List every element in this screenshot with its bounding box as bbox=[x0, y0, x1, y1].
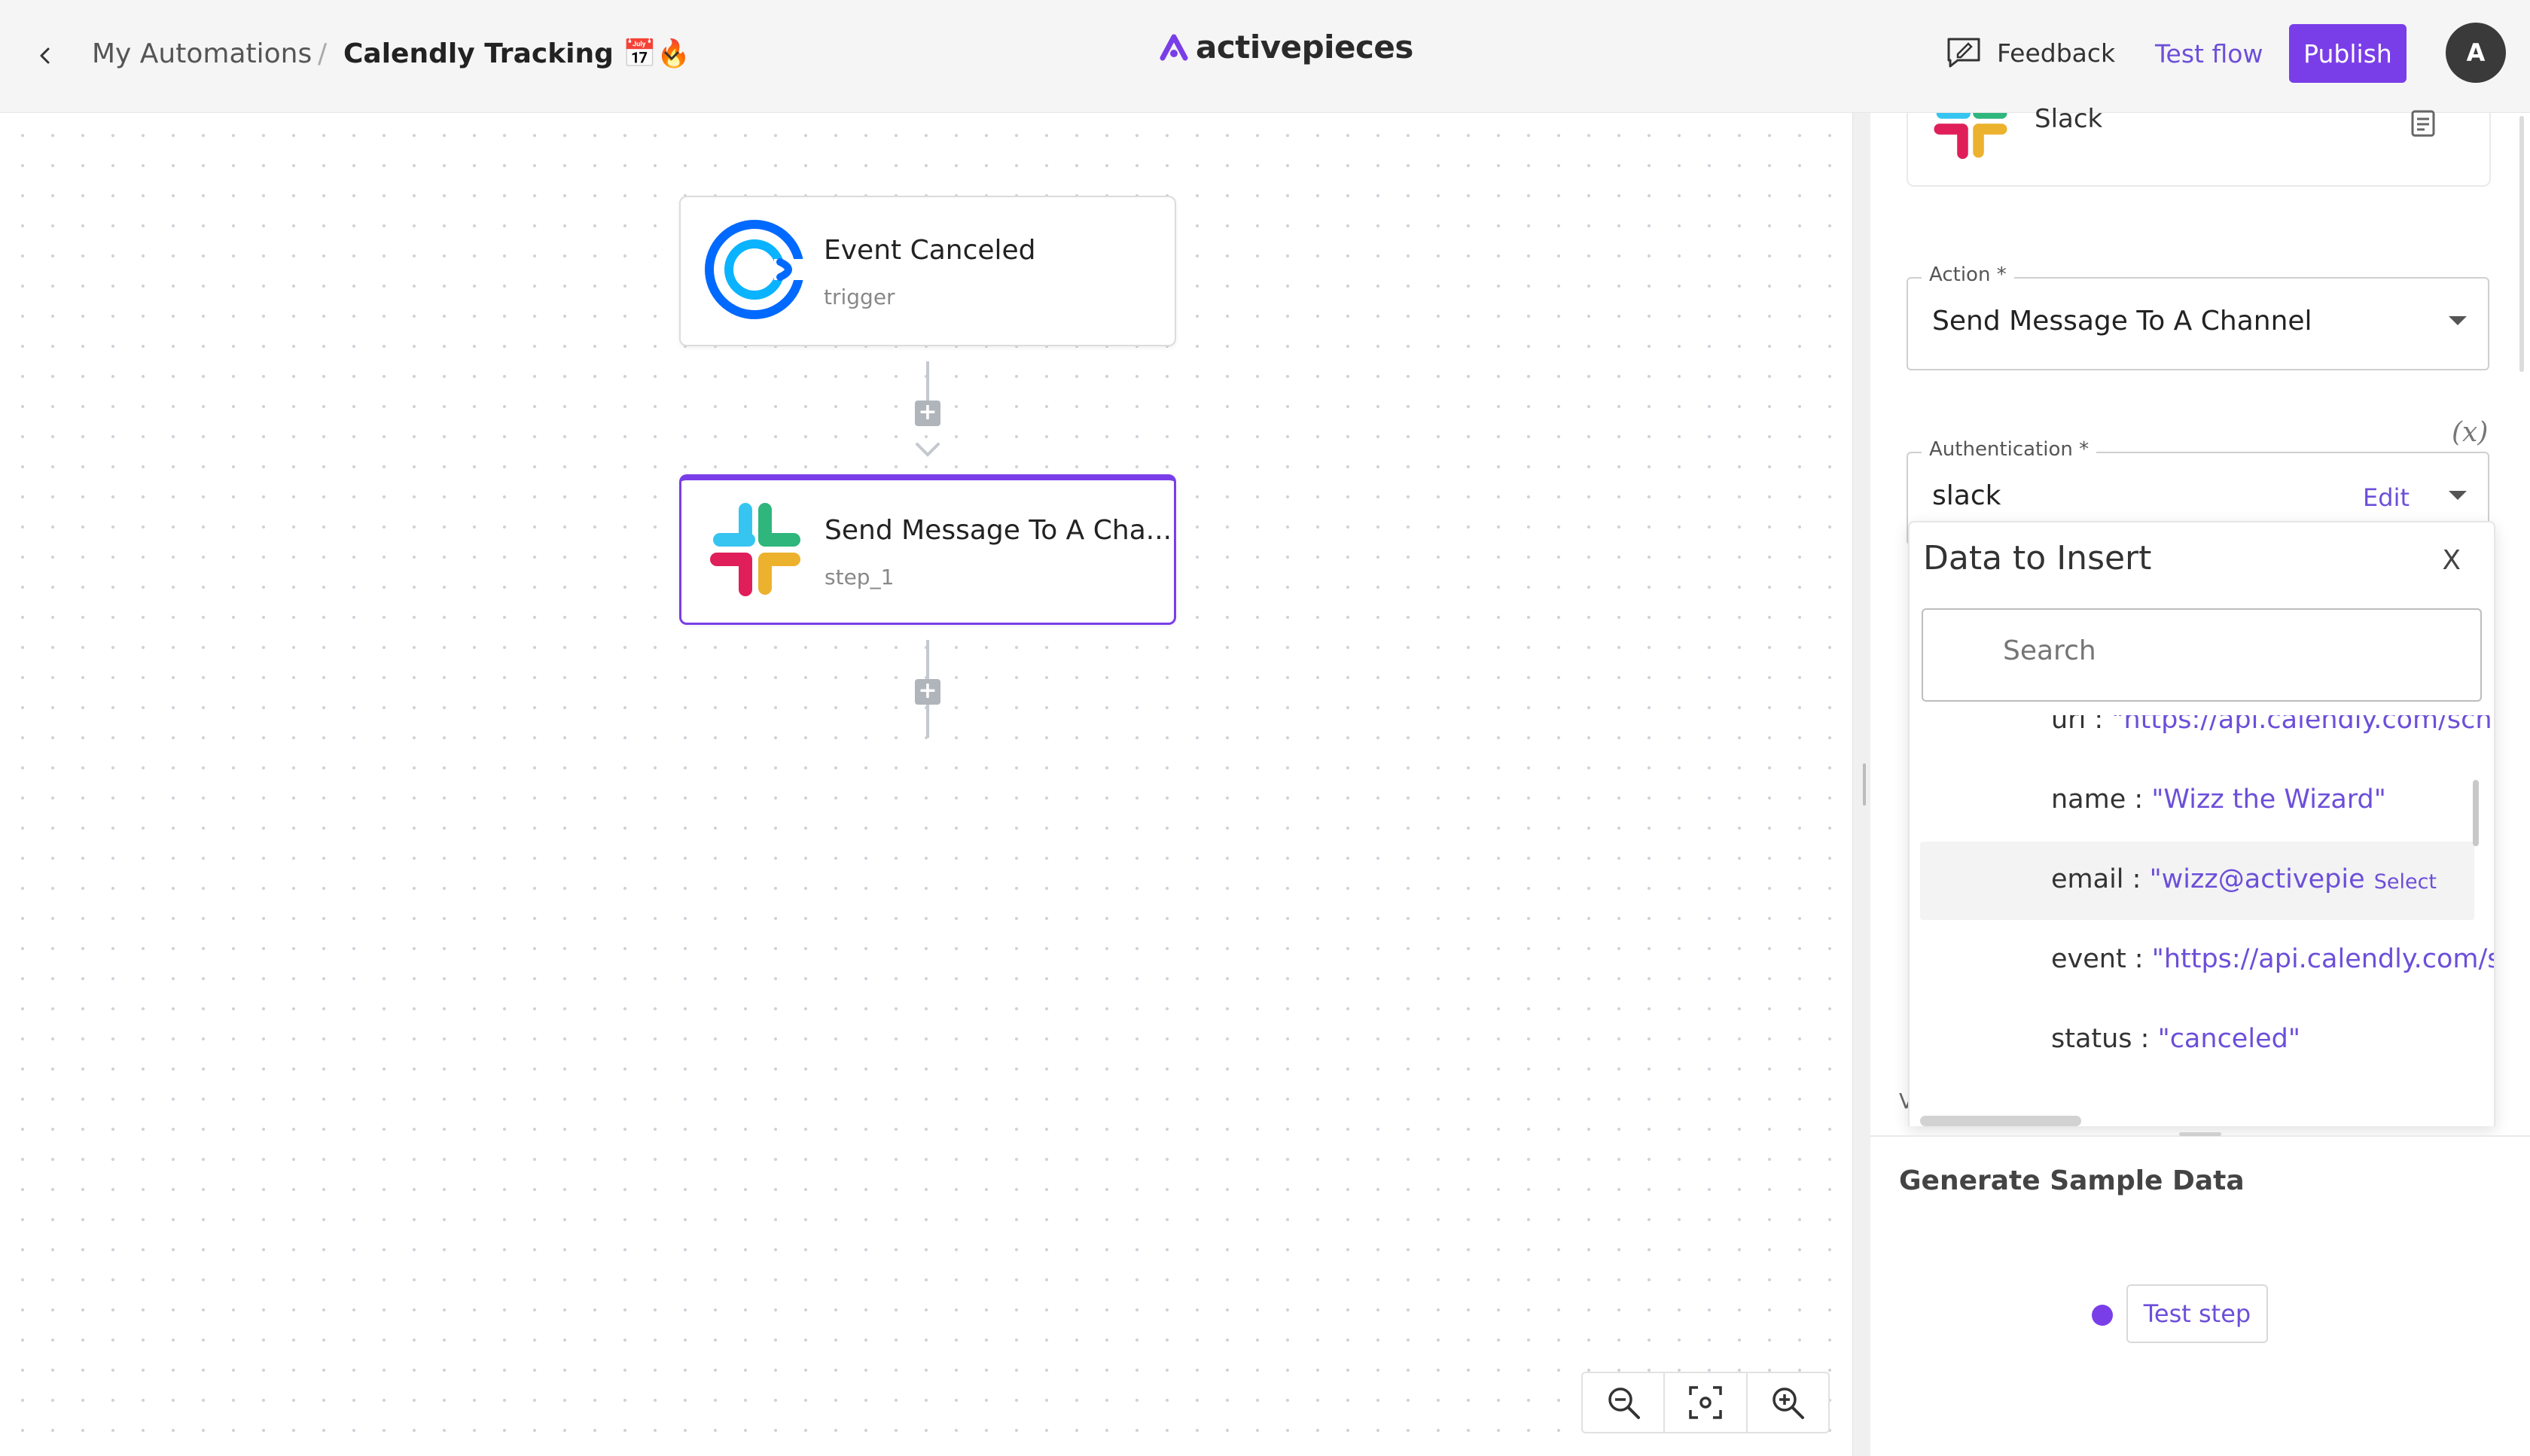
data-key: status : bbox=[2051, 1024, 2158, 1054]
generate-sample-data-title: Generate Sample Data bbox=[1899, 1165, 2245, 1196]
action-node-title: Send Message To A Cha... bbox=[825, 515, 1172, 546]
data-key: email : bbox=[2051, 864, 2150, 894]
add-step-button[interactable]: + bbox=[915, 401, 940, 426]
zoom-out-icon[interactable] bbox=[1583, 1373, 1666, 1432]
panel-scrollbar[interactable] bbox=[2519, 116, 2524, 372]
back-arrow-icon[interactable] bbox=[27, 38, 63, 74]
data-row-name[interactable]: name : "Wizz the Wizard" bbox=[1920, 762, 2474, 840]
fx-toggle-icon[interactable]: (x) bbox=[2452, 417, 2488, 448]
slack-icon bbox=[704, 498, 806, 601]
zoom-controls bbox=[1581, 1372, 1830, 1433]
action-select[interactable]: Action * Send Message To A Channel bbox=[1907, 263, 2489, 370]
data-row-status[interactable]: status : "canceled" bbox=[1920, 1001, 2474, 1080]
data-value: "Wizz the Wizard" bbox=[2151, 784, 2386, 815]
user-avatar[interactable]: A bbox=[2446, 23, 2506, 83]
authentication-label: Authentication * bbox=[1922, 438, 2097, 461]
feedback-icon bbox=[1947, 38, 1980, 68]
search-input[interactable] bbox=[2003, 635, 2455, 666]
data-row-uri[interactable]: uri : "https://api.calendly.com/sch bbox=[1920, 715, 2492, 760]
documentation-icon[interactable] bbox=[2408, 108, 2438, 142]
flow-name[interactable]: Calendly Tracking 📅🔥 bbox=[343, 33, 690, 75]
add-step-button[interactable]: + bbox=[915, 679, 940, 705]
activepieces-logo: activepieces bbox=[1160, 29, 1413, 65]
sample-data-resize-handle[interactable] bbox=[2179, 1132, 2221, 1136]
data-tree-list: uri : "https://api.calendly.com/sch name… bbox=[1910, 715, 2494, 1126]
feedback-label: Feedback bbox=[1997, 38, 2116, 68]
dropdown-caret-icon bbox=[2449, 316, 2467, 325]
data-list-horizontal-scrollbar[interactable] bbox=[1920, 1116, 2081, 1126]
data-value: "wizz@activepiec bbox=[2149, 864, 2379, 894]
breadcrumb-my-automations[interactable]: My Automations bbox=[92, 33, 312, 75]
logo-text: activepieces bbox=[1196, 29, 1413, 65]
action-label: Action * bbox=[1922, 263, 2014, 286]
data-row-event[interactable]: event : "https://api.calendly.com/s bbox=[1920, 921, 2494, 1000]
data-value: "https://api.calendly.com/sch bbox=[2111, 715, 2492, 735]
connector-arrow-icon bbox=[916, 443, 940, 457]
test-flow-button[interactable]: Test flow bbox=[2155, 32, 2263, 77]
trigger-node-title: Event Canceled bbox=[824, 235, 1036, 266]
status-dot bbox=[2092, 1305, 2113, 1326]
breadcrumb-separator: / bbox=[318, 38, 328, 69]
data-list-vertical-scrollbar[interactable] bbox=[2473, 780, 2479, 846]
flow-menu-chevron-icon[interactable] bbox=[657, 41, 687, 71]
calendly-icon bbox=[703, 218, 806, 321]
authentication-value: slack bbox=[1932, 480, 2001, 511]
edit-connection-link[interactable]: Edit bbox=[2363, 483, 2410, 512]
piece-name: Slack bbox=[2035, 104, 2103, 134]
flow-canvas[interactable]: Event Canceled trigger + Send Message To… bbox=[0, 113, 1852, 1456]
action-node-subtitle: step_1 bbox=[825, 565, 895, 589]
top-bar: My Automations / Calendly Tracking 📅🔥 ac… bbox=[0, 0, 2530, 113]
data-to-insert-popup: Data to Insert X uri : "https://api.cale… bbox=[1908, 521, 2495, 1126]
close-icon[interactable]: X bbox=[2442, 545, 2461, 576]
data-key: name : bbox=[2051, 784, 2152, 815]
publish-button[interactable]: Publish bbox=[2289, 24, 2407, 83]
data-row-email[interactable]: email : "wizz@activepiec Select bbox=[1920, 842, 2474, 920]
data-to-insert-title: Data to Insert bbox=[1923, 539, 2152, 577]
trigger-node[interactable]: Event Canceled trigger bbox=[679, 196, 1176, 346]
select-button[interactable]: Select bbox=[2364, 870, 2437, 894]
zoom-in-icon[interactable] bbox=[1748, 1373, 1828, 1432]
activepieces-logo-icon bbox=[1160, 34, 1188, 60]
resize-handle[interactable] bbox=[1863, 763, 1866, 806]
trigger-node-subtitle: trigger bbox=[824, 285, 895, 309]
feedback-button[interactable]: Feedback bbox=[1946, 30, 2115, 75]
data-key: uri : bbox=[2051, 715, 2112, 735]
dropdown-caret-icon bbox=[2449, 491, 2467, 500]
search-field[interactable] bbox=[1922, 608, 2482, 702]
action-value: Send Message To A Channel bbox=[1932, 306, 2312, 337]
piece-logo-slack-icon bbox=[1929, 113, 2012, 163]
data-value: "https://api.calendly.com/s bbox=[2151, 944, 2495, 974]
data-key: event : bbox=[2051, 944, 2152, 974]
panel-resize-divider[interactable] bbox=[1852, 113, 1870, 1456]
data-value: "canceled" bbox=[2157, 1024, 2300, 1054]
test-step-button[interactable]: Test step bbox=[2126, 1284, 2268, 1343]
action-node[interactable]: Send Message To A Cha... step_1 bbox=[679, 474, 1176, 625]
fit-view-icon[interactable] bbox=[1665, 1373, 1748, 1432]
